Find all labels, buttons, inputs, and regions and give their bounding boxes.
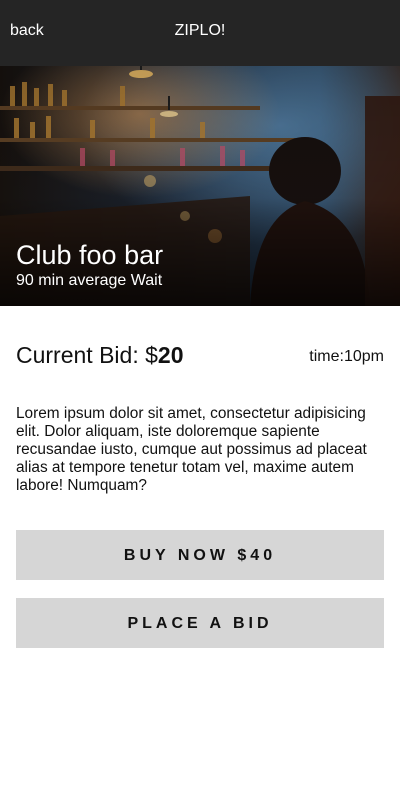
current-bid: Current Bid: $20 (16, 342, 184, 369)
place-bid-button[interactable]: PLACE A BID (16, 598, 384, 648)
venue-wait-time: 90 min average Wait (16, 272, 163, 289)
bid-row: Current Bid: $20 time:10pm (16, 342, 384, 374)
current-bid-label: Current Bid: $ (16, 342, 158, 368)
venue-description: Lorem ipsum dolor sit amet, consectetur … (16, 405, 367, 494)
app-title: ZIPLO! (174, 22, 226, 39)
venue-hero: Club foo bar 90 min average Wait (0, 66, 400, 306)
top-nav-bar: back ZIPLO! (0, 0, 400, 66)
buy-now-button[interactable]: BUY NOW $40 (16, 530, 384, 580)
current-bid-amount: 20 (157, 342, 184, 368)
venue-name: Club foo bar (16, 240, 164, 270)
bid-time: time:10pm (309, 348, 384, 365)
